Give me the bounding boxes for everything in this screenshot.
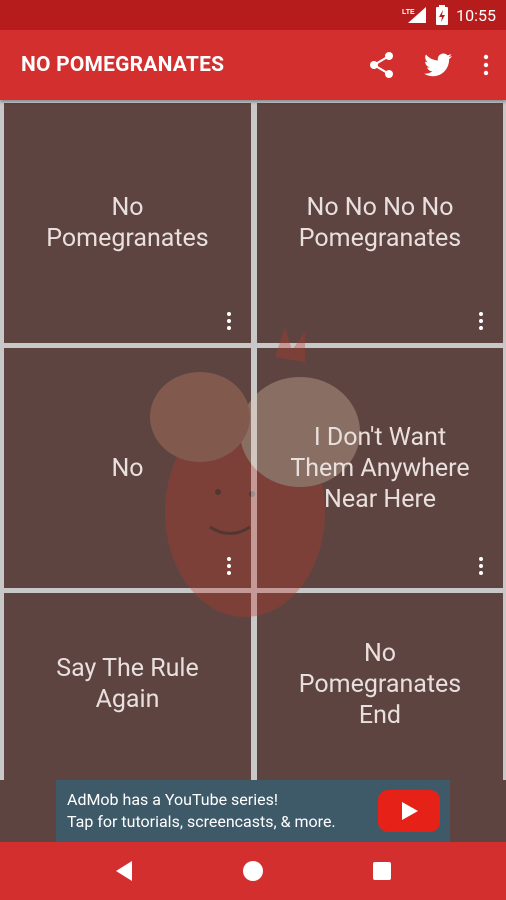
sound-tile[interactable]: Say The Rule Again	[4, 593, 251, 780]
more-vert-icon	[483, 54, 489, 76]
status-bar: LTE 10:55	[0, 0, 506, 30]
tile-label: No Pomegranates	[46, 193, 209, 253]
app-title: NO POMEGRANATES	[21, 53, 225, 77]
share-icon	[370, 52, 393, 78]
home-button[interactable]	[223, 842, 283, 900]
ad-line-1: AdMob has a YouTube series!	[67, 790, 278, 809]
overflow-menu-button[interactable]	[466, 37, 506, 93]
sound-tile[interactable]: No Pomegranates	[4, 103, 251, 343]
tile-menu-button[interactable]	[221, 309, 237, 333]
ad-banner[interactable]: AdMob has a YouTube series! Tap for tuto…	[56, 780, 450, 842]
lte-signal-icon: LTE	[402, 7, 427, 23]
sound-tile[interactable]: No No No No Pomegranates	[257, 103, 503, 343]
tile-label: I Don't Want Them Anywhere Near Here	[290, 422, 470, 514]
tile-label: No No No No Pomegranates	[298, 193, 462, 253]
clock: 10:55	[456, 5, 496, 25]
sound-tile[interactable]: I Don't Want Them Anywhere Near Here	[257, 348, 503, 588]
home-circle-icon	[242, 861, 263, 881]
sound-tile[interactable]: No Pomegranates End	[257, 593, 503, 780]
ad-line-2: Tap for tutorials, screencasts, & more.	[67, 812, 336, 831]
svg-text:LTE: LTE	[402, 9, 415, 16]
recents-square-icon	[372, 862, 391, 880]
twitter-button[interactable]	[410, 37, 466, 93]
back-button[interactable]	[94, 842, 154, 900]
sound-tile[interactable]: No	[4, 348, 251, 588]
tile-label: No	[111, 453, 144, 483]
tile-label: Say The Rule Again	[56, 654, 199, 714]
tile-menu-button[interactable]	[473, 309, 489, 333]
ad-strip: AdMob has a YouTube series! Tap for tuto…	[0, 780, 506, 842]
app-bar: NO POMEGRANATES	[0, 30, 506, 100]
battery-icon	[436, 5, 449, 25]
youtube-play-icon	[378, 790, 440, 832]
navigation-bar	[0, 842, 506, 900]
tile-label: No Pomegranates End	[298, 638, 462, 730]
tile-menu-button[interactable]	[221, 554, 237, 578]
tile-menu-button[interactable]	[473, 554, 489, 578]
ad-text: AdMob has a YouTube series! Tap for tuto…	[67, 789, 336, 833]
recents-button[interactable]	[352, 842, 412, 900]
sound-grid: No Pomegranates No No No No Pomegranates…	[0, 100, 506, 780]
app-actions	[354, 37, 506, 93]
twitter-icon	[424, 53, 452, 77]
back-triangle-icon	[116, 861, 133, 881]
share-button[interactable]	[354, 37, 410, 93]
